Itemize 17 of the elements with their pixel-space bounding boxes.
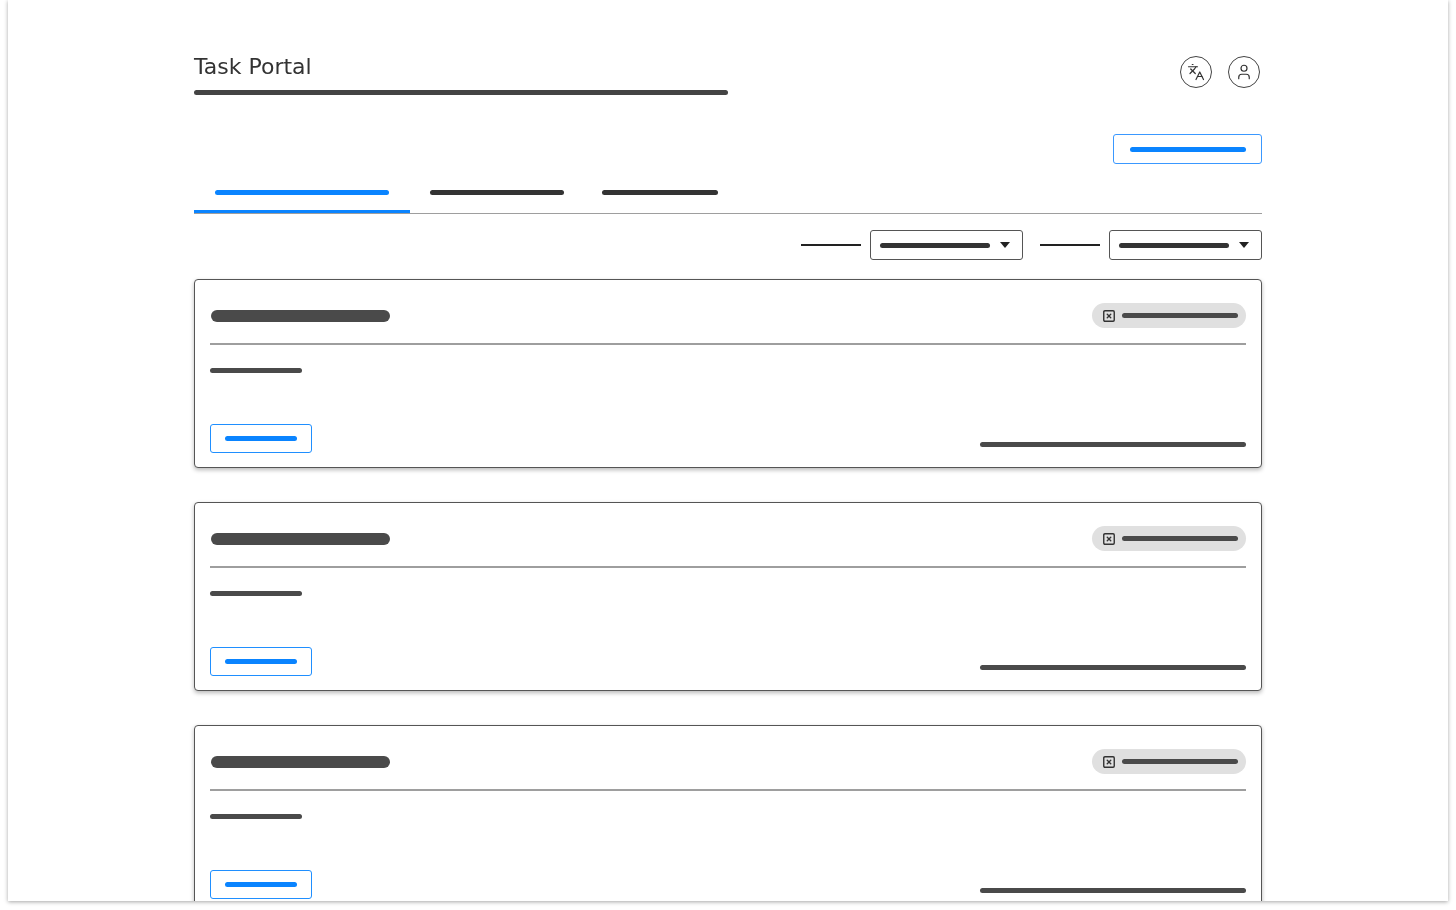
caret-icon xyxy=(1239,242,1249,248)
placeholder-bar xyxy=(225,882,297,887)
select-field[interactable] xyxy=(1109,230,1262,260)
x-square-icon xyxy=(1102,308,1116,323)
placeholder-bar xyxy=(225,436,297,441)
outline-button[interactable] xyxy=(210,647,312,676)
outline-button[interactable] xyxy=(1113,134,1262,164)
placeholder-bar xyxy=(225,659,297,664)
x-square-icon xyxy=(1102,754,1116,769)
select-field[interactable] xyxy=(870,230,1023,260)
x-square-icon xyxy=(1102,531,1116,546)
label-placeholder-line xyxy=(801,244,861,246)
caret-icon xyxy=(1000,242,1010,248)
page-title: Task Portal xyxy=(194,53,312,81)
outline-button[interactable] xyxy=(210,870,312,899)
outline-button[interactable] xyxy=(210,424,312,453)
label-placeholder-line xyxy=(1040,244,1100,246)
